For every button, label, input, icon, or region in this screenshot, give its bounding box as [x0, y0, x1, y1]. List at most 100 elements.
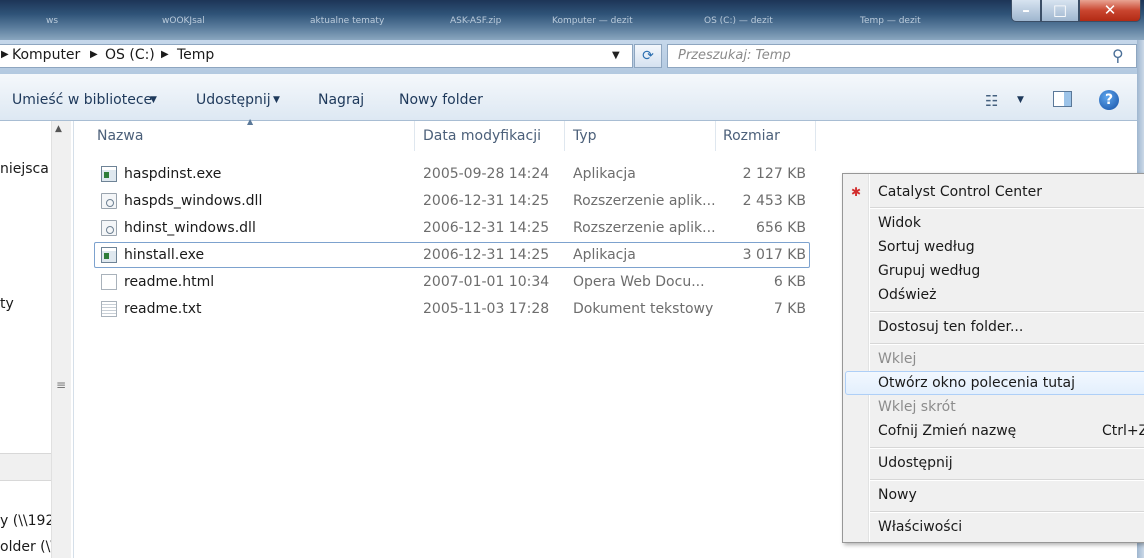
- chevron-down-icon[interactable]: ▼: [150, 95, 157, 105]
- menu-item-open-command-window[interactable]: Otwórz okno polecenia tutaj: [878, 375, 1075, 391]
- menu-item-refresh[interactable]: Odśwież: [878, 287, 937, 303]
- breadcrumb-temp[interactable]: Temp: [177, 47, 214, 63]
- menu-item-paste-shortcut[interactable]: Wklej skrót: [878, 399, 956, 415]
- menu-item-group[interactable]: Grupuj według: [878, 263, 980, 279]
- column-separator[interactable]: [564, 121, 565, 151]
- menu-separator: [870, 479, 1144, 481]
- file-type: Rozszerzenie aplik...: [573, 220, 716, 236]
- file-size: 656 KB: [756, 220, 806, 236]
- taskbar-label: ASK-ASF.zip: [450, 16, 502, 26]
- file-size: 2 127 KB: [742, 166, 806, 182]
- file-size: 2 453 KB: [742, 193, 806, 209]
- dll-icon: [101, 193, 117, 209]
- nav-scrollbar[interactable]: [51, 121, 71, 558]
- close-button[interactable]: ✕: [1079, 0, 1141, 22]
- file-name[interactable]: haspdinst.exe: [124, 166, 221, 182]
- column-separator[interactable]: [715, 121, 716, 151]
- taskbar-label: aktualne tematy: [310, 16, 385, 26]
- chevron-down-icon[interactable]: ▼: [1017, 95, 1024, 105]
- minimize-button[interactable]: –: [1011, 0, 1041, 22]
- file-date: 2005-09-28 14:24: [423, 166, 550, 182]
- preview-pane-icon[interactable]: [1053, 91, 1072, 107]
- html-icon: [101, 274, 117, 290]
- menu-item-properties[interactable]: Właściwości: [878, 519, 962, 535]
- close-icon: ✕: [1103, 1, 1117, 19]
- column-header-size[interactable]: Rozmiar: [723, 128, 780, 144]
- context-menu-gutter: [868, 174, 870, 542]
- menu-item-share[interactable]: Udostępnij: [878, 455, 953, 471]
- command-bar: [0, 74, 1137, 121]
- menu-separator: [870, 447, 1144, 449]
- menu-separator: [870, 511, 1144, 513]
- menu-item-undo-rename[interactable]: Cofnij Zmień nazwę: [878, 423, 1016, 439]
- file-type: Dokument tekstowy: [573, 301, 714, 317]
- breadcrumb-separator-icon[interactable]: ▶: [1, 49, 9, 60]
- column-header-type[interactable]: Typ: [573, 128, 597, 144]
- nav-item-network[interactable]: y (\\192.: [0, 513, 59, 529]
- file-type: Aplikacja: [573, 247, 636, 263]
- refresh-icon: ⟳: [642, 48, 654, 64]
- share-button[interactable]: Udostępnij: [196, 92, 271, 108]
- txt-icon: [101, 301, 117, 317]
- nav-item[interactable]: niejsca: [0, 161, 49, 177]
- burn-button[interactable]: Nagraj: [318, 92, 364, 108]
- file-name[interactable]: readme.txt: [124, 301, 202, 317]
- menu-item-catalyst[interactable]: Catalyst Control Center: [878, 184, 1042, 200]
- column-header-date[interactable]: Data modyfikacji: [423, 128, 541, 144]
- dll-icon: [101, 220, 117, 236]
- breadcrumb-komputer[interactable]: Komputer: [12, 47, 80, 63]
- search-icon[interactable]: ⚲: [1112, 46, 1124, 65]
- file-name[interactable]: readme.html: [124, 274, 214, 290]
- menu-separator: [870, 343, 1144, 345]
- new-folder-button[interactable]: Nowy folder: [399, 92, 483, 108]
- taskbar-label: ws: [46, 16, 59, 26]
- views-icon[interactable]: ☷: [985, 92, 998, 110]
- menu-item-paste[interactable]: Wklej: [878, 351, 916, 367]
- taskbar-label: OS (C:) — dezit: [704, 16, 773, 26]
- help-label: ?: [1104, 92, 1114, 108]
- menu-item-customize-folder[interactable]: Dostosuj ten folder...: [878, 319, 1023, 335]
- taskbar-label: Temp — dezit: [860, 16, 921, 26]
- pane-splitter[interactable]: [73, 121, 74, 558]
- breadcrumb-os-c[interactable]: OS (C:): [105, 47, 155, 63]
- menu-separator: [870, 311, 1144, 313]
- scroll-grip-icon[interactable]: ≡: [56, 378, 66, 392]
- taskbar-label: wOOKJsal: [162, 16, 205, 26]
- column-separator[interactable]: [815, 121, 816, 151]
- file-size: 6 KB: [773, 274, 806, 290]
- menu-separator: [870, 207, 1144, 209]
- help-icon[interactable]: ?: [1099, 90, 1119, 110]
- file-name[interactable]: hinstall.exe: [124, 247, 204, 263]
- file-size: 3 017 KB: [742, 247, 806, 263]
- file-date: 2006-12-31 14:25: [423, 220, 550, 236]
- menu-item-new[interactable]: Nowy: [878, 487, 917, 503]
- file-date: 2005-11-03 17:28: [423, 301, 550, 317]
- column-separator[interactable]: [414, 121, 415, 151]
- minimize-icon: –: [1022, 1, 1030, 19]
- file-size: 7 KB: [773, 301, 806, 317]
- menu-shortcut-undo: Ctrl+Z: [1102, 423, 1144, 439]
- file-type: Opera Web Docu...: [573, 274, 705, 290]
- column-header-name[interactable]: Nazwa: [97, 128, 143, 144]
- search-placeholder: Przeszukaj: Temp: [678, 48, 791, 63]
- maximize-icon: □: [1052, 1, 1068, 19]
- refresh-button[interactable]: ⟳: [634, 44, 662, 68]
- menu-item-view[interactable]: Widok: [878, 215, 921, 231]
- file-date: 2007-01-01 10:34: [423, 274, 550, 290]
- file-name[interactable]: haspds_windows.dll: [124, 193, 262, 209]
- file-name[interactable]: hdinst_windows.dll: [124, 220, 256, 236]
- sort-ascending-icon: ▲: [247, 117, 254, 126]
- breadcrumb-separator-icon[interactable]: ▶: [90, 49, 98, 60]
- chevron-down-icon[interactable]: ▼: [273, 95, 280, 105]
- address-history-chevron-down-icon[interactable]: ▼: [612, 50, 620, 61]
- maximize-button[interactable]: □: [1041, 0, 1079, 22]
- file-type: Aplikacja: [573, 166, 636, 182]
- include-in-library-button[interactable]: Umieść w bibliotece: [12, 92, 152, 108]
- nav-item[interactable]: ty: [0, 296, 14, 312]
- exe-icon: [101, 247, 117, 263]
- breadcrumb-separator-icon[interactable]: ▶: [161, 49, 169, 60]
- file-date: 2006-12-31 14:25: [423, 193, 550, 209]
- menu-item-sort[interactable]: Sortuj według: [878, 239, 975, 255]
- taskbar-label: Komputer — dezit: [552, 16, 633, 26]
- scroll-up-icon[interactable]: ▲: [55, 124, 62, 134]
